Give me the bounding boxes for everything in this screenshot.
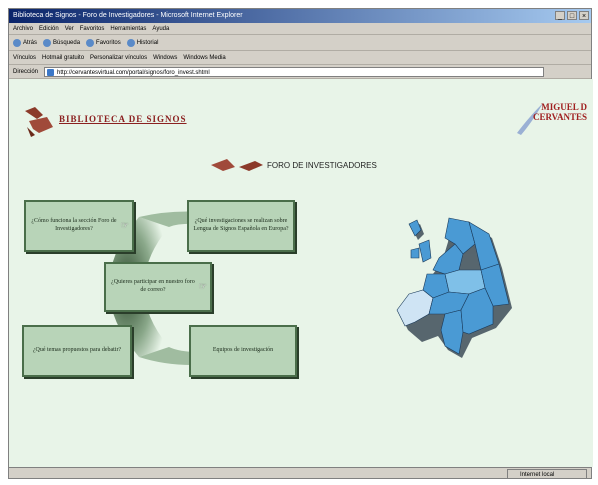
favorites-label: Favoritos [96, 39, 121, 46]
link-customize[interactable]: Personalizar vínculos [90, 55, 147, 61]
back-icon [13, 38, 21, 47]
link-windows-media[interactable]: Windows Media [183, 55, 225, 61]
close-button[interactable]: × [579, 11, 589, 20]
history-icon [126, 38, 135, 47]
browser-window: Biblioteca de Signos - Foro de Investiga… [8, 8, 593, 480]
map-ireland[interactable] [410, 247, 420, 259]
title-bar: Biblioteca de Signos - Foro de Investiga… [9, 9, 591, 23]
forum-hands-icon [211, 159, 263, 171]
forum-box-research-europe[interactable]: ¿Qué investigaciones se realizan sobre L… [187, 200, 295, 252]
forum-box-debate-topics-text: ¿Qué temas propuestos para debatir? [32, 347, 122, 354]
site-title[interactable]: BIBLIOTECA DE SIGNOS [59, 114, 187, 124]
forum-box-participate[interactable]: ¿Quieres participar en nuestro foro de c… [104, 262, 212, 312]
link-hotmail[interactable]: Hotmail gratuito [42, 55, 84, 61]
europe-map[interactable] [389, 214, 519, 364]
minimize-button[interactable]: _ [555, 11, 565, 20]
forum-box-research-europe-text: ¿Qué investigaciones se realizan sobre L… [193, 218, 289, 232]
map-uk[interactable] [418, 239, 432, 263]
forum-box-research-teams[interactable]: Equipos de investigación [189, 325, 297, 377]
menu-edit[interactable]: Edición [39, 26, 59, 32]
menu-favorites[interactable]: Favoritos [80, 26, 105, 32]
search-label: Búsqueda [53, 39, 81, 46]
security-zone: Internet local [507, 469, 587, 479]
links-bar: Vínculos Hotmail gratuito Personalizar v… [9, 51, 591, 65]
forum-box-participate-text: ¿Quieres participar en nuestro foro de c… [111, 279, 195, 293]
page-content: BIBLIOTECA DE SIGNOS MIGUEL D CERVANTES … [9, 79, 593, 467]
toolbar: Atrás Búsqueda Favoritos Historial [9, 35, 591, 51]
pointing-hand-icon: ☞ [120, 220, 129, 231]
status-bar: Internet local [9, 467, 591, 480]
forum-box-research-teams-text: Equipos de investigación [212, 347, 274, 354]
forum-box-debate-topics[interactable]: ¿Qué temas propuestos para debatir? [22, 325, 132, 377]
menu-file[interactable]: Archivo [13, 26, 33, 32]
logo-line-1: MIGUEL D [541, 102, 587, 112]
maximize-button[interactable]: □ [567, 11, 577, 20]
favorites-button[interactable]: Favoritos [86, 38, 121, 47]
link-windows[interactable]: Windows [153, 55, 177, 61]
menu-bar: Archivo Edición Ver Favoritos Herramient… [9, 23, 591, 35]
address-bar: Dirección http://cervantesvirtual.com/po… [9, 65, 591, 79]
menu-help[interactable]: Ayuda [152, 26, 169, 32]
menu-tools[interactable]: Herramientas [110, 26, 146, 32]
search-button[interactable]: Búsqueda [43, 38, 81, 47]
back-label: Atrás [23, 39, 38, 46]
map-italy[interactable] [440, 309, 464, 355]
history-label: Historial [136, 39, 159, 46]
forum-box-how-it-works[interactable]: ¿Cómo funciona la sección Foro de Invest… [24, 200, 134, 252]
menu-view[interactable]: Ver [65, 26, 74, 32]
logo-line-2: CERVANTES [532, 112, 587, 122]
search-icon [43, 38, 52, 47]
pointing-hand-icon: ☞ [198, 281, 207, 292]
back-button[interactable]: Atrás [13, 38, 38, 47]
address-input[interactable]: http://cervantesvirtual.com/portal/signo… [44, 66, 545, 77]
window-title: Biblioteca de Signos - Foro de Investiga… [13, 12, 243, 19]
address-label: Dirección [13, 68, 39, 75]
history-button[interactable]: Historial [126, 38, 159, 47]
forum-box-how-it-works-text: ¿Cómo funciona la sección Foro de Invest… [31, 218, 117, 232]
forum-title: FORO DE INVESTIGADORES [267, 161, 377, 170]
cervantes-logo[interactable]: MIGUEL D CERVANTES [515, 99, 587, 139]
hands-logo-icon[interactable] [21, 105, 57, 139]
links-label: Vínculos [13, 54, 37, 61]
favorites-icon [86, 38, 95, 47]
